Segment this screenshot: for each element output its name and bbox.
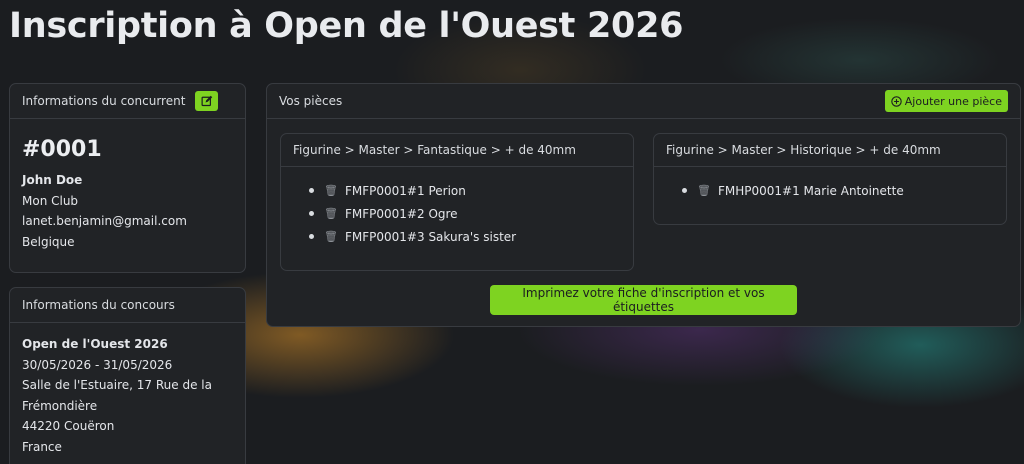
bullet [309,234,314,239]
contest-address-line1: Salle de l'Estuaire, 17 Rue de la [22,378,212,392]
category-header: Figurine > Master > Historique > + de 40… [654,134,1006,167]
competitor-details: John Doe Mon Club lanet.benjamin@gmail.c… [10,162,245,260]
piece-label: FMFP0001#3 Sakura's sister [345,229,517,244]
piece-label: FMHP0001#1 Marie Antoinette [718,183,904,198]
contest-details: Open de l'Ouest 2026 30/05/2026 - 31/05/… [10,323,245,464]
list-item: 🗑 FMFP0001#2 Ogre [309,202,633,225]
trash-icon[interactable]: 🗑 [324,184,338,197]
trash-icon[interactable]: 🗑 [324,230,338,243]
competitor-email: lanet.benjamin@gmail.com [22,214,187,228]
add-piece-button[interactable]: Ajouter une pièce [884,90,1008,112]
edit-competitor-button[interactable] [195,91,219,111]
piece-list: 🗑 FMFP0001#1 Perion 🗑 FMFP0001#2 Ogre 🗑 … [281,167,633,248]
contest-country: France [22,439,62,454]
trash-icon[interactable]: 🗑 [324,207,338,220]
list-item: 🗑 FMFP0001#1 Perion [309,179,633,202]
category-card: Figurine > Master > Fantastique > + de 4… [280,133,634,271]
bullet [309,188,314,193]
contest-info-title: Informations du concours [22,298,175,312]
piece-label: FMFP0001#1 Perion [345,183,466,198]
plus-circle-icon [891,95,902,107]
competitor-info-card: Informations du concurrent #0001 John Do… [9,83,246,273]
contest-dates: 30/05/2026 - 31/05/2026 [22,357,173,372]
add-piece-label: Ajouter une pièce [904,94,1002,108]
competitor-club: Mon Club [22,193,79,208]
list-item: 🗑 FMHP0001#1 Marie Antoinette [682,179,1006,202]
bullet [682,188,687,193]
pieces-card: Vos pièces Ajouter une pièce Figurine > … [266,83,1021,327]
contest-name: Open de l'Ouest 2026 [22,337,168,351]
page-title: Inscription à Open de l'Ouest 2026 [9,6,684,46]
edit-icon [201,95,213,107]
contest-address-line2: Frémondière [22,398,98,413]
pieces-header: Vos pièces Ajouter une pièce [267,84,1020,119]
bullet [309,211,314,216]
list-item: 🗑 FMFP0001#3 Sakura's sister [309,225,633,248]
contest-info-card: Informations du concours Open de l'Ouest… [9,287,246,464]
pieces-title: Vos pièces [279,94,343,108]
competitor-number: #0001 [22,137,102,162]
contest-info-header: Informations du concours [10,288,245,323]
print-registration-button[interactable]: Imprimez votre fiche d'inscription et vo… [490,285,797,315]
competitor-name: John Doe [22,173,83,187]
contest-postal: 44220 Couëron [22,419,115,433]
category-header: Figurine > Master > Fantastique > + de 4… [281,134,633,167]
trash-icon[interactable]: 🗑 [697,184,711,197]
competitor-info-header: Informations du concurrent [10,84,245,119]
competitor-country: Belgique [22,234,75,249]
category-card: Figurine > Master > Historique > + de 40… [653,133,1007,225]
competitor-info-title: Informations du concurrent [22,94,186,108]
piece-label: FMFP0001#2 Ogre [345,206,458,221]
piece-list: 🗑 FMHP0001#1 Marie Antoinette [654,167,1006,202]
